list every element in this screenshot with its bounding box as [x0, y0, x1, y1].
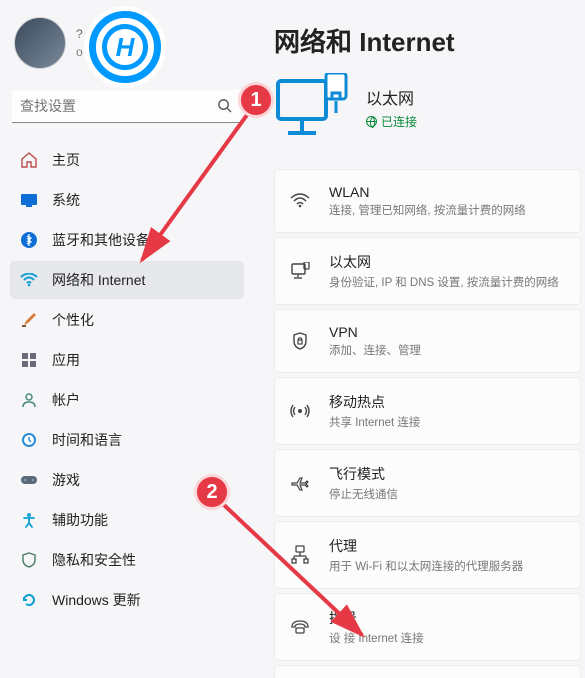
hero-text: 以太网 已连接 [366, 85, 417, 130]
card-title: 飞行模式 [329, 464, 398, 484]
card-subtitle: 身份验证, IP 和 DNS 设置, 按流量计费的网络 [329, 274, 559, 290]
gamepad-icon [20, 471, 38, 489]
card-title: 移动热点 [329, 392, 420, 412]
sidebar-item-label: 时间和语言 [52, 430, 122, 450]
sidebar-item-personalization[interactable]: 个性化 [10, 301, 244, 339]
settings-list: WLAN 连接, 管理已知网络, 按流量计费的网络 以太网身份验证, IP 和 D… [274, 169, 581, 678]
sidebar-item-label: 辅助功能 [52, 510, 108, 530]
ethernet-icon [289, 260, 311, 282]
phone-icon [289, 616, 311, 638]
proxy-icon [289, 544, 311, 566]
search-icon [217, 98, 232, 118]
sidebar-item-label: 应用 [52, 350, 80, 370]
sidebar-item-bluetooth[interactable]: 蓝牙和其他设备 [10, 221, 244, 259]
bluetooth-icon [20, 231, 38, 249]
home-icon [20, 151, 38, 169]
card-subtitle: 共享 Internet 连接 [329, 414, 420, 430]
sidebar-item-label: Windows 更新 [52, 590, 141, 610]
card-subtitle: 连接, 管理已知网络, 按流量计费的网络 [329, 202, 526, 218]
accessibility-icon [20, 511, 38, 529]
ethernet-hero-icon [274, 73, 348, 141]
hotspot-icon [289, 400, 311, 422]
card-title: 以太网 [329, 252, 559, 272]
sidebar-item-label: 蓝牙和其他设备 [52, 230, 150, 250]
hero-title: 以太网 [366, 85, 417, 109]
card-airplane[interactable]: 飞行模式停止无线通信 [274, 449, 581, 517]
card-subtitle: 添加、连接、管理 [329, 342, 421, 358]
profile-block[interactable]: ? o om H [10, 8, 244, 84]
sidebar-item-home[interactable]: 主页 [10, 141, 244, 179]
sidebar-item-label: 网络和 Internet [52, 270, 145, 290]
card-dialup[interactable]: 拨号设 接 Internet 连接 [274, 593, 581, 661]
card-ethernet[interactable]: 以太网身份验证, IP 和 DNS 设置, 按流量计费的网络 [274, 237, 581, 305]
card-proxy[interactable]: 代理用于 Wi-Fi 和以太网连接的代理服务器 [274, 521, 581, 589]
apps-icon [20, 351, 38, 369]
sidebar-item-privacy[interactable]: 隐私和安全性 [10, 541, 244, 579]
update-icon [20, 591, 38, 609]
person-icon [20, 391, 38, 409]
card-hotspot[interactable]: 移动热点共享 Internet 连接 [274, 377, 581, 445]
sidebar-item-label: 隐私和安全性 [52, 550, 136, 570]
hero-block[interactable]: 以太网 已连接 [274, 73, 581, 141]
page-title: 网络和 Internet [274, 22, 581, 59]
content: 网络和 Internet 以太网 已连接 WLAN连接, 管理 [252, 0, 585, 678]
card-title: WLAN [329, 184, 526, 200]
h-badge-icon: H [84, 6, 166, 88]
sidebar-item-label: 帐户 [52, 390, 80, 410]
card-title: 拨号 [329, 608, 424, 628]
card-wlan[interactable]: WLAN 连接, 管理已知网络, 按流量计费的网络 [274, 169, 581, 233]
sidebar-item-label: 主页 [52, 150, 80, 170]
sidebar-item-time-language[interactable]: 时间和语言 [10, 421, 244, 459]
card-subtitle: 停止无线通信 [329, 486, 398, 502]
nav-list: 主页 系统 蓝牙和其他设备 网络和 Internet 个性化 应用 [10, 141, 244, 619]
sidebar-item-windows-update[interactable]: Windows 更新 [10, 581, 244, 619]
brush-icon [20, 311, 38, 329]
annotation-marker-2: 2 [194, 474, 230, 510]
system-icon [20, 191, 38, 209]
sidebar-item-label: 游戏 [52, 470, 80, 490]
sidebar-item-label: 系统 [52, 190, 80, 210]
card-subtitle: 用于 Wi-Fi 和以太网连接的代理服务器 [329, 558, 523, 574]
avatar [14, 17, 66, 69]
wifi-icon [20, 271, 38, 289]
search-wrapper [12, 90, 240, 123]
sidebar-item-network[interactable]: 网络和 Internet [10, 261, 244, 299]
card-title: 代理 [329, 536, 523, 556]
card-advanced-network[interactable]: 高级网络设置查看所有网络适配器，网络重置 [274, 665, 581, 678]
sidebar-item-apps[interactable]: 应用 [10, 341, 244, 379]
sidebar: ? o om H 主页 系统 [0, 0, 252, 678]
sidebar-item-label: 个性化 [52, 310, 94, 330]
shield-lock-icon [289, 330, 311, 352]
shield-icon [20, 551, 38, 569]
clock-icon [20, 431, 38, 449]
hero-status: 已连接 [366, 113, 417, 130]
wifi-icon [289, 190, 311, 212]
sidebar-item-system[interactable]: 系统 [10, 181, 244, 219]
airplane-icon [289, 472, 311, 494]
search-input[interactable] [12, 90, 240, 123]
sidebar-item-accounts[interactable]: 帐户 [10, 381, 244, 419]
annotation-marker-1: 1 [238, 82, 274, 118]
card-vpn[interactable]: VPN 添加、连接、管理 [274, 309, 581, 373]
globe-icon [366, 116, 377, 127]
card-subtitle: 设 接 Internet 连接 [329, 630, 424, 646]
card-title: VPN [329, 324, 421, 340]
